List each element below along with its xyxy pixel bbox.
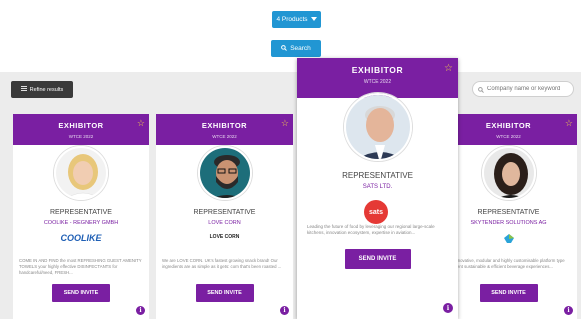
card-description: Our innovative, modular and highly custo… (446, 258, 565, 269)
card-subtitle: WTCE 2022 (496, 134, 521, 139)
filter-icon (20, 86, 27, 93)
company-logo: sats (364, 200, 388, 224)
exhibitor-card: EXHIBITOR WTCE 2022 ☆ REPRESENTATIVE SKY… (440, 114, 577, 319)
send-invite-button[interactable]: SEND INVITE (344, 249, 411, 269)
refine-results-label: Refine results (29, 86, 64, 93)
card-header: EXHIBITOR WTCE 2022 ☆ (13, 114, 149, 145)
send-invite-button[interactable]: SEND INVITE (479, 284, 538, 302)
company-logo: LOVE CORN (209, 234, 240, 240)
exhibitor-card-featured: EXHIBITOR WTCE 2022 ☆ REPRESENTATIVE SAT… (297, 58, 458, 319)
card-role: REPRESENTATIVE (50, 209, 112, 216)
company-search-box[interactable] (472, 81, 574, 97)
info-icon[interactable]: i (136, 306, 145, 315)
card-role: REPRESENTATIVE (477, 209, 540, 216)
search-icon (478, 80, 484, 98)
card-subtitle: WTCE 2022 (212, 134, 237, 139)
products-dropdown-label: 4 Products (276, 16, 308, 23)
card-subtitle: WTCE 2022 (363, 79, 392, 85)
company-logo: COOLIKE (60, 233, 102, 243)
info-icon[interactable]: i (280, 306, 289, 315)
star-icon[interactable]: ☆ (444, 63, 453, 74)
exhibitor-card: EXHIBITOR WTCE 2022 ☆ REPRESENTATIVE COO… (13, 114, 149, 319)
company-logo (504, 230, 514, 248)
send-invite-button[interactable]: SEND INVITE (52, 284, 110, 302)
search-button-label: Search (290, 45, 311, 52)
card-description: Leading the future of food by leveraging… (307, 224, 435, 236)
card-title: EXHIBITOR (58, 121, 104, 130)
search-button[interactable]: Search (271, 40, 321, 57)
card-title: EXHIBITOR (351, 65, 404, 75)
company-search-input[interactable] (487, 86, 573, 92)
chevron-down-icon (310, 16, 317, 23)
info-icon[interactable]: i (564, 306, 573, 315)
avatar (54, 146, 108, 200)
avatar (343, 93, 412, 161)
products-dropdown[interactable]: 4 Products (272, 11, 321, 28)
send-invite-button[interactable]: SEND INVITE (195, 284, 254, 302)
exhibitor-card: EXHIBITOR WTCE 2022 ☆ REPRESENTATIVE LOV… (156, 114, 293, 319)
card-company[interactable]: LOVE CORN (156, 220, 293, 226)
card-description: We are LOVE CORN. UK's fastest growing s… (162, 258, 282, 269)
card-subtitle: WTCE 2022 (68, 134, 94, 139)
card-company[interactable]: SATS LTD. (297, 184, 458, 190)
info-icon[interactable]: i (443, 303, 453, 313)
card-role: REPRESENTATIVE (193, 209, 256, 216)
star-icon[interactable]: ☆ (565, 118, 573, 129)
card-description: COME IN AND FIND the most REFRESHING GUE… (19, 258, 142, 275)
refine-results-button[interactable]: Refine results (11, 81, 73, 98)
card-title: EXHIBITOR (201, 121, 248, 130)
star-icon[interactable]: ☆ (281, 118, 289, 129)
star-icon[interactable]: ☆ (137, 118, 145, 129)
card-header: EXHIBITOR WTCE 2022 ☆ (156, 114, 293, 145)
avatar (481, 146, 536, 200)
card-role: REPRESENTATIVE (342, 171, 413, 180)
card-company[interactable]: SKYTENDER SOLUTIONS AG (440, 220, 577, 226)
search-icon (281, 44, 288, 53)
card-header: EXHIBITOR WTCE 2022 ☆ (440, 114, 577, 145)
card-header: EXHIBITOR WTCE 2022 ☆ (297, 58, 458, 98)
card-title: EXHIBITOR (485, 121, 532, 130)
card-company[interactable]: COOLIKE - REGNERY GMBH (13, 220, 149, 226)
avatar (197, 146, 252, 200)
